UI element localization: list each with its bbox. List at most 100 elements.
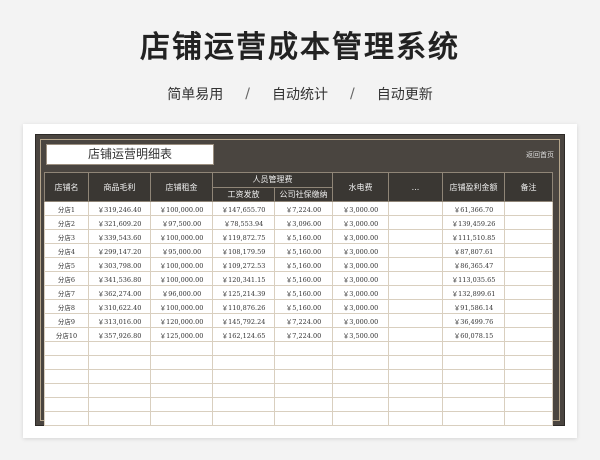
cell-utilities[interactable]: ￥3,000.00 (332, 201, 389, 216)
table-cell-empty[interactable] (332, 397, 389, 412)
table-cell-empty[interactable] (504, 411, 553, 426)
cell-utilities[interactable]: ￥3,000.00 (332, 243, 389, 258)
cell-net-profit[interactable]: ￥113,035.65 (442, 271, 505, 286)
table-cell-empty[interactable] (150, 341, 213, 356)
table-cell-empty[interactable] (88, 383, 151, 398)
table-cell-empty[interactable] (44, 341, 89, 356)
cell-utilities[interactable]: ￥3,000.00 (332, 271, 389, 286)
table-cell-empty[interactable] (388, 369, 443, 384)
cell-rent[interactable]: ￥100,000.00 (150, 257, 213, 272)
table-cell-empty[interactable] (332, 411, 389, 426)
table-cell-empty[interactable] (274, 383, 333, 398)
cell-salary[interactable]: ￥162,124.65 (212, 327, 275, 342)
cell-social-security[interactable]: ￥7,224.00 (274, 201, 333, 216)
table-cell-empty[interactable] (442, 411, 505, 426)
cell-net-profit[interactable]: ￥91,586.14 (442, 299, 505, 314)
cell-net-profit[interactable]: ￥86,365.47 (442, 257, 505, 272)
cell-social-security[interactable]: ￥5,160.00 (274, 257, 333, 272)
cell-net-profit[interactable]: ￥139,459.26 (442, 215, 505, 230)
cell-more[interactable] (388, 285, 443, 300)
table-cell-empty[interactable] (504, 341, 553, 356)
table-cell-empty[interactable] (442, 397, 505, 412)
cell-social-security[interactable]: ￥5,160.00 (274, 271, 333, 286)
table-cell-empty[interactable] (88, 341, 151, 356)
cell-store[interactable]: 分店2 (44, 215, 89, 230)
cell-remark[interactable] (504, 285, 553, 300)
cell-gross-profit[interactable]: ￥310,622.40 (88, 299, 151, 314)
table-cell-empty[interactable] (442, 383, 505, 398)
table-cell-empty[interactable] (44, 369, 89, 384)
cell-salary[interactable]: ￥125,214.39 (212, 285, 275, 300)
cell-salary[interactable]: ￥78,553.94 (212, 215, 275, 230)
cell-salary[interactable]: ￥145,792.24 (212, 313, 275, 328)
table-cell-empty[interactable] (88, 369, 151, 384)
cell-rent[interactable]: ￥100,000.00 (150, 271, 213, 286)
table-cell-empty[interactable] (274, 397, 333, 412)
cell-gross-profit[interactable]: ￥299,147.20 (88, 243, 151, 258)
cell-rent[interactable]: ￥100,000.00 (150, 201, 213, 216)
table-cell-empty[interactable] (88, 411, 151, 426)
cell-remark[interactable] (504, 201, 553, 216)
cell-social-security[interactable]: ￥5,160.00 (274, 243, 333, 258)
table-cell-empty[interactable] (274, 341, 333, 356)
cell-remark[interactable] (504, 243, 553, 258)
cell-rent[interactable]: ￥95,000.00 (150, 243, 213, 258)
cell-gross-profit[interactable]: ￥313,016.00 (88, 313, 151, 328)
cell-net-profit[interactable]: ￥132,899.61 (442, 285, 505, 300)
table-cell-empty[interactable] (212, 355, 275, 370)
cell-utilities[interactable]: ￥3,000.00 (332, 299, 389, 314)
cell-remark[interactable] (504, 257, 553, 272)
table-cell-empty[interactable] (274, 355, 333, 370)
table-cell-empty[interactable] (150, 397, 213, 412)
cell-rent[interactable]: ￥125,000.00 (150, 327, 213, 342)
cell-social-security[interactable]: ￥5,160.00 (274, 299, 333, 314)
cell-remark[interactable] (504, 215, 553, 230)
cell-social-security[interactable]: ￥5,160.00 (274, 285, 333, 300)
cell-more[interactable] (388, 201, 443, 216)
table-cell-empty[interactable] (388, 341, 443, 356)
cell-more[interactable] (388, 313, 443, 328)
cell-remark[interactable] (504, 229, 553, 244)
cell-net-profit[interactable]: ￥111,510.85 (442, 229, 505, 244)
cell-store[interactable]: 分店3 (44, 229, 89, 244)
cell-utilities[interactable]: ￥3,000.00 (332, 313, 389, 328)
table-cell-empty[interactable] (504, 355, 553, 370)
cell-store[interactable]: 分店5 (44, 257, 89, 272)
cell-net-profit[interactable]: ￥36,499.76 (442, 313, 505, 328)
cell-remark[interactable] (504, 271, 553, 286)
cell-salary[interactable]: ￥108,179.59 (212, 243, 275, 258)
cell-remark[interactable] (504, 313, 553, 328)
cell-social-security[interactable]: ￥5,160.00 (274, 229, 333, 244)
cell-social-security[interactable]: ￥7,224.00 (274, 313, 333, 328)
table-cell-empty[interactable] (504, 369, 553, 384)
cell-rent[interactable]: ￥96,000.00 (150, 285, 213, 300)
cell-more[interactable] (388, 327, 443, 342)
cell-more[interactable] (388, 257, 443, 272)
cell-salary[interactable]: ￥110,876.26 (212, 299, 275, 314)
cell-social-security[interactable]: ￥3,096.00 (274, 215, 333, 230)
table-cell-empty[interactable] (388, 383, 443, 398)
table-cell-empty[interactable] (44, 383, 89, 398)
table-cell-empty[interactable] (88, 355, 151, 370)
cell-salary[interactable]: ￥119,872.75 (212, 229, 275, 244)
cell-net-profit[interactable]: ￥61,366.70 (442, 201, 505, 216)
table-cell-empty[interactable] (388, 397, 443, 412)
cell-remark[interactable] (504, 327, 553, 342)
table-cell-empty[interactable] (504, 397, 553, 412)
cell-rent[interactable]: ￥100,000.00 (150, 229, 213, 244)
cell-gross-profit[interactable]: ￥321,609.20 (88, 215, 151, 230)
cell-net-profit[interactable]: ￥87,807.61 (442, 243, 505, 258)
table-cell-empty[interactable] (388, 355, 443, 370)
cell-utilities[interactable]: ￥3,500.00 (332, 327, 389, 342)
cell-utilities[interactable]: ￥3,000.00 (332, 257, 389, 272)
cell-gross-profit[interactable]: ￥339,543.60 (88, 229, 151, 244)
cell-store[interactable]: 分店6 (44, 271, 89, 286)
table-cell-empty[interactable] (88, 397, 151, 412)
cell-gross-profit[interactable]: ￥357,926.80 (88, 327, 151, 342)
table-cell-empty[interactable] (504, 383, 553, 398)
table-cell-empty[interactable] (332, 383, 389, 398)
cell-rent[interactable]: ￥97,500.00 (150, 215, 213, 230)
cell-more[interactable] (388, 229, 443, 244)
return-home-link[interactable]: 返回首页 (526, 150, 554, 160)
cell-more[interactable] (388, 271, 443, 286)
